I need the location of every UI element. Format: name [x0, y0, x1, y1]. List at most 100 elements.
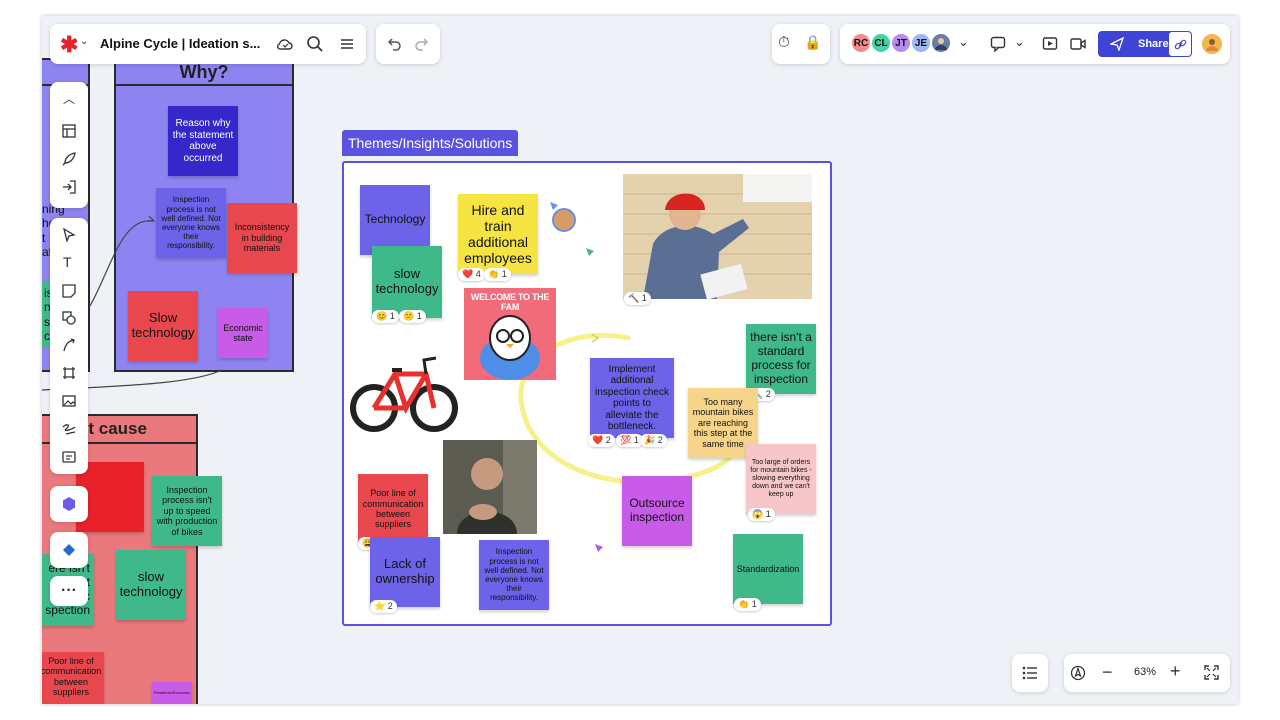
sticky-implement-checkpoints[interactable]: Implement additional inspection check po… — [590, 358, 674, 438]
reaction-badge[interactable]: 😱 1 — [748, 508, 775, 521]
man-illustration — [443, 440, 537, 534]
chevron-down-icon[interactable]: ⌄ — [80, 36, 88, 47]
board-canvas[interactable]: Why? ning heri t ate is nd ss ct Reason … — [42, 16, 1238, 704]
send-icon — [1110, 37, 1124, 51]
timer-icon[interactable]: ⏱ — [778, 34, 790, 51]
tools-toolbar-main: T — [50, 218, 88, 474]
import-icon[interactable] — [62, 180, 76, 194]
rocket-icon[interactable] — [62, 152, 76, 166]
reaction-badge[interactable]: 👏 1 — [484, 268, 511, 281]
chevron-down-icon[interactable]: ⌄ — [1014, 34, 1025, 50]
sticky-poor-communication[interactable]: Poor line of communication between suppl… — [358, 474, 428, 544]
sticky-hire-train[interactable]: Hire and train additional employees — [458, 194, 538, 274]
share-label: Share — [1138, 38, 1169, 50]
sticky-technology[interactable]: Technology — [360, 185, 430, 255]
sticky-inspection-undefined[interactable]: Inspection process is not well defined. … — [479, 540, 549, 610]
more-dots-icon: ··· — [61, 582, 77, 599]
avatar-photo[interactable] — [930, 32, 952, 54]
tools-toolbar-top: ︿ — [50, 82, 88, 208]
link-icon — [1174, 39, 1186, 49]
inspector-photo[interactable] — [623, 174, 812, 299]
asterisk-logo-icon[interactable]: ✱ — [60, 32, 78, 58]
zoom-in-button[interactable]: + — [1170, 661, 1181, 682]
sticky-no-standard-process[interactable]: there isn't a standard process for inspe… — [746, 324, 816, 394]
person-icon — [1206, 39, 1218, 51]
reaction-badge[interactable]: ⭐ 2 — [370, 600, 397, 613]
redo-icon[interactable] — [414, 36, 430, 52]
select-pointer-icon[interactable] — [62, 228, 76, 242]
template-icon[interactable] — [62, 124, 76, 138]
sticky-poor-line-partial[interactable]: Poor line of communication between suppl… — [42, 652, 104, 704]
reaction-badge[interactable]: ❤️ 2 — [588, 434, 615, 447]
worker-illustration — [623, 174, 812, 299]
menu-icon[interactable] — [340, 37, 354, 51]
reaction-badge[interactable]: 👏 1 — [734, 598, 761, 611]
collab-bar: RC CL JT JE ⌄ ⌄ Share — [840, 24, 1230, 64]
cursor-arrow-icon — [550, 202, 558, 210]
text-tool-icon[interactable]: T — [63, 254, 72, 270]
welcome-gif-image[interactable]: WELCOME TO THE FAM — [464, 288, 556, 380]
avatar-cl[interactable]: CL — [870, 32, 892, 54]
cursor-arrow-icon — [595, 544, 603, 552]
reaction-badge[interactable]: ❤️ 4 — [458, 268, 485, 281]
cursor-arrow-icon — [586, 248, 594, 256]
themes-frame-label[interactable]: Themes/Insights/Solutions — [342, 130, 519, 156]
penguin-icon — [480, 315, 540, 380]
comment-icon[interactable] — [990, 36, 1006, 52]
reaction-man-photo[interactable] — [443, 440, 537, 534]
app-integration-2[interactable] — [50, 532, 88, 568]
sticky-slow-technology[interactable]: slow technology — [372, 246, 442, 318]
video-icon[interactable] — [1070, 37, 1086, 51]
integration-hexagon-icon — [63, 497, 75, 511]
reaction-badge[interactable]: 😕 1 — [399, 310, 426, 323]
sticky-note-icon[interactable] — [62, 284, 76, 298]
undo-icon[interactable] — [386, 36, 402, 52]
person-icon — [935, 38, 947, 50]
list-icon — [1022, 666, 1037, 680]
zoom-controls: − 63% + — [1064, 654, 1230, 692]
avatar-je[interactable]: JE — [910, 32, 932, 54]
collaborator-cursor-avatar — [552, 208, 576, 232]
avatar-rc[interactable]: RC — [850, 32, 872, 54]
share-button[interactable]: Share — [1098, 31, 1192, 57]
zoom-level[interactable]: 63% — [1134, 666, 1156, 678]
list-view-button[interactable] — [1012, 654, 1048, 692]
more-tools-button[interactable]: ··· — [50, 576, 88, 606]
user-avatar[interactable] — [1200, 32, 1224, 56]
reaction-badge[interactable]: 😊 1 — [372, 310, 399, 323]
fullscreen-icon[interactable] — [1204, 665, 1219, 680]
image-icon[interactable] — [62, 394, 76, 408]
present-icon[interactable] — [1042, 36, 1058, 52]
sticky-lack-of-ownership[interactable]: Lack of ownership — [370, 537, 440, 607]
avatar-jt[interactable]: JT — [890, 32, 912, 54]
chevron-up-icon[interactable]: ︿ — [55, 84, 83, 112]
connector-line-icon[interactable] — [62, 338, 76, 352]
search-icon[interactable] — [306, 35, 324, 53]
undo-redo-bar — [376, 24, 440, 64]
board-title-bar: ✱ ⌄ Alpine Cycle | Ideation s... — [50, 24, 366, 64]
sticky-too-large-orders[interactable]: Too large of orders for mountain bikes -… — [746, 444, 816, 514]
reaction-badge[interactable]: 🎉 2 — [640, 434, 667, 447]
chevron-down-icon[interactable]: ⌄ — [958, 34, 969, 50]
zoom-out-button[interactable]: − — [1102, 662, 1113, 683]
map-navigation-icon[interactable] — [1070, 665, 1086, 681]
bicycle-image[interactable] — [350, 340, 460, 436]
lock-icon[interactable]: 🔒 — [804, 34, 821, 51]
timer-lock-bar: ⏱ 🔒 — [772, 24, 830, 64]
integration-diamond-icon — [63, 544, 75, 556]
app-integration-1[interactable] — [50, 486, 88, 522]
cloud-icon[interactable] — [276, 36, 294, 52]
shapes-icon[interactable] — [62, 311, 76, 325]
copy-link-button[interactable] — [1169, 32, 1191, 56]
reaction-badge[interactable]: 🔨 1 — [624, 292, 651, 305]
sticky-slow-technology-root[interactable]: slow technology — [116, 550, 186, 620]
pen-icon[interactable] — [62, 422, 76, 436]
sticky-inspection-speed[interactable]: Inspection process isn't up to speed wit… — [152, 476, 222, 546]
sticky-tiny-note[interactable]: Pandemic/Economic — [152, 682, 192, 704]
frame-icon[interactable] — [62, 366, 76, 380]
sticky-standardization[interactable]: Standardization — [733, 534, 803, 604]
text-block-icon[interactable] — [62, 450, 76, 464]
sticky-outsource-inspection[interactable]: Outsource inspection — [622, 476, 692, 546]
reaction-badge[interactable]: 💯 1 — [616, 434, 643, 447]
board-title[interactable]: Alpine Cycle | Ideation s... — [100, 36, 260, 51]
